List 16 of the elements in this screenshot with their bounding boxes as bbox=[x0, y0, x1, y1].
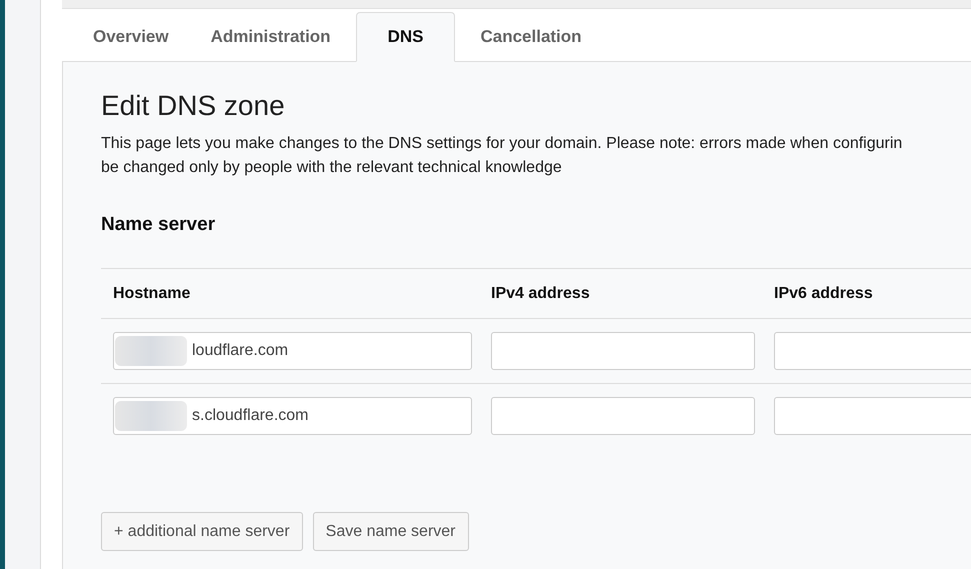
tab[interactable]: Administration bbox=[194, 12, 348, 62]
redacted-block bbox=[115, 336, 187, 366]
column-header: Hostname bbox=[113, 284, 190, 302]
column-header: IPv4 address bbox=[491, 284, 590, 302]
tab[interactable]: DNS bbox=[356, 12, 456, 62]
tab[interactable]: Overview bbox=[76, 12, 186, 62]
column-header: IPv6 address bbox=[774, 284, 873, 302]
redacted-block bbox=[115, 401, 187, 431]
ipv4-field[interactable] bbox=[491, 332, 755, 370]
section-heading: Name server bbox=[101, 214, 216, 236]
description-text: This page lets you make changes to the DNS settings for your domain. Please note: errors made when configurin be changed only by people with the relevant technical knowledge bbox=[101, 134, 904, 178]
tab[interactable]: Cancellation bbox=[463, 12, 599, 62]
page-heading: Edit DNS zone bbox=[101, 90, 286, 122]
action-button[interactable]: + additional name server bbox=[101, 512, 303, 551]
ipv4-field[interactable] bbox=[491, 397, 755, 435]
action-button[interactable]: Save name server bbox=[312, 512, 468, 551]
